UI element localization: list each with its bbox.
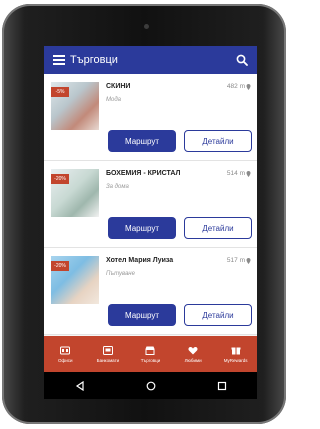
store-image: -20% [51, 256, 99, 304]
store-name: БОХЕМИЯ - КРИСТАЛ [106, 170, 181, 177]
store-list: -5% СКИНИ Мода 482 m Маршрут Детайли -20… [44, 74, 257, 336]
page-title: Търговци [70, 54, 118, 66]
discount-badge: -20% [51, 174, 69, 184]
store-category: Пътуване [106, 271, 135, 277]
android-navigation-bar [44, 372, 257, 399]
office-icon [60, 346, 71, 354]
front-camera [144, 24, 149, 29]
route-button[interactable]: Маршрут [108, 304, 176, 326]
store-distance: 482 m [227, 83, 251, 90]
distance-value: 482 m [226, 83, 245, 90]
store-card[interactable]: -20% БОХЕМИЯ - КРИСТАЛ За дома 514 m Мар… [44, 161, 257, 248]
location-pin-icon [246, 170, 251, 177]
heart-icon [188, 346, 198, 354]
nav-label: Офиси [58, 357, 73, 363]
nav-label: Любими [184, 357, 202, 363]
discount-badge: -20% [51, 261, 69, 271]
store-card[interactable]: -5% СКИНИ Мода 482 m Маршрут Детайли [44, 74, 257, 161]
nav-item-merchants[interactable]: Търговци [129, 336, 172, 372]
store-name: СКИНИ [106, 83, 131, 90]
details-button[interactable]: Детайли [184, 304, 252, 326]
discount-badge: -5% [51, 87, 69, 97]
store-distance: 514 m [227, 170, 251, 177]
app-screen: Търговци -5% СКИНИ Мода 482 m Маршрут Де… [44, 46, 257, 399]
nav-item-offices[interactable]: Офиси [44, 336, 87, 372]
store-category: Мода [106, 97, 121, 103]
nav-item-atms[interactable]: Банкомати [87, 336, 130, 372]
distance-value: 517 m [226, 257, 245, 264]
nav-label: Търговци [140, 357, 161, 363]
nav-item-favorites[interactable]: Любими [172, 336, 215, 372]
atm-icon [102, 345, 113, 355]
distance-value: 514 m [226, 170, 245, 177]
store-image: -5% [51, 82, 99, 130]
store-category: За дома [106, 184, 129, 190]
nav-label: MyRewards [223, 357, 248, 363]
gift-icon [231, 347, 241, 354]
location-pin-icon [246, 257, 251, 264]
store-name: Хотел Мария Луиза [106, 257, 174, 264]
location-pin-icon [246, 83, 251, 90]
store-icon [145, 346, 155, 355]
route-button[interactable]: Маршрут [108, 217, 176, 239]
back-icon[interactable] [75, 380, 85, 391]
store-card[interactable]: -20% Хотел Мария Луиза Пътуване 517 m Ма… [44, 248, 257, 335]
nav-item-myrewards[interactable]: MyRewards [214, 336, 257, 372]
store-image: -20% [51, 169, 99, 217]
route-button[interactable]: Маршрут [108, 130, 176, 152]
search-icon[interactable] [236, 54, 248, 66]
details-button[interactable]: Детайли [184, 217, 252, 239]
tablet-frame: Търговци -5% СКИНИ Мода 482 m Маршрут Де… [2, 4, 286, 424]
details-button[interactable]: Детайли [184, 130, 252, 152]
home-icon[interactable] [146, 381, 156, 391]
app-bar: Търговци [44, 46, 257, 74]
menu-icon[interactable] [53, 55, 65, 65]
store-distance: 517 m [227, 257, 251, 264]
recents-icon[interactable] [217, 381, 227, 391]
bottom-navigation: Офиси Банкомати Търговци Любими MyReward… [44, 336, 257, 372]
nav-label: Банкомати [96, 357, 120, 363]
